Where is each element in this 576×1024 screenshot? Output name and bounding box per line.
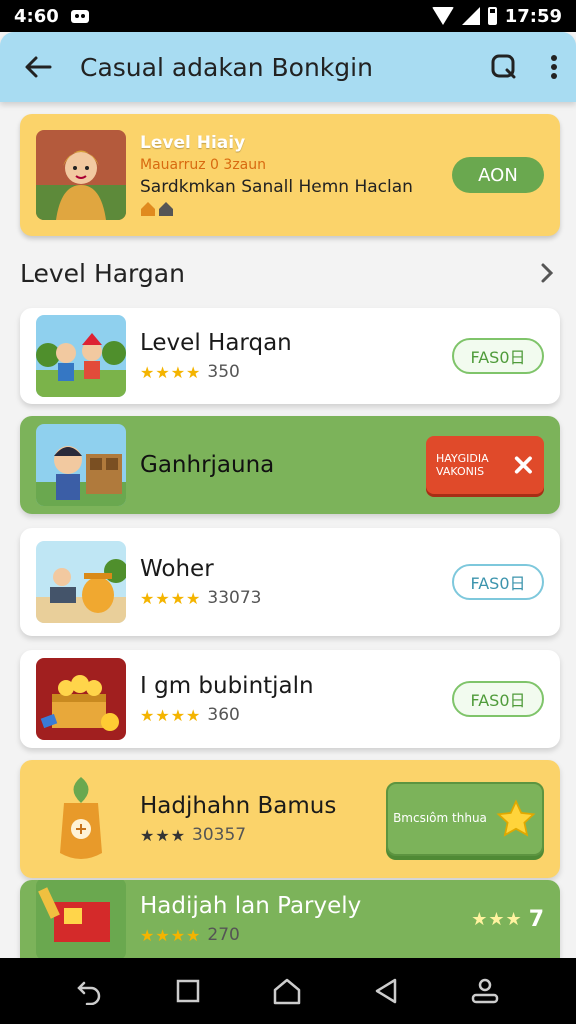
play-button[interactable]: FAS0日 xyxy=(452,564,544,600)
bonus-button[interactable]: Bmcsıôm thhua xyxy=(386,782,544,856)
game-thumbnail xyxy=(36,315,126,397)
banner-title: Level Hiaiy xyxy=(140,133,246,153)
play-button[interactable]: FAS0日 xyxy=(452,681,544,717)
section-header[interactable]: Level Hargan xyxy=(20,254,560,292)
house-icon xyxy=(141,202,155,216)
rating-stars: ★★★★ xyxy=(140,362,202,382)
item-title: Ganhrjauna xyxy=(140,452,275,478)
back-nav-icon[interactable] xyxy=(373,977,399,1005)
rating-stars: ★★★ xyxy=(140,825,187,845)
banner-subtitle: Mauarruz 0 3zaun xyxy=(140,157,266,173)
search-icon[interactable] xyxy=(490,53,518,81)
rating-count: 270 xyxy=(207,925,240,945)
bonus-thumbnail xyxy=(36,769,126,869)
list-item[interactable]: Woher ★★★★ 33073 FAS0日 xyxy=(20,528,560,636)
rating-count: 30357 xyxy=(192,825,247,845)
account-icon[interactable] xyxy=(470,977,500,1005)
wifi-icon xyxy=(431,7,454,25)
game-thumbnail xyxy=(36,880,126,958)
system-nav-bar xyxy=(0,958,576,1024)
button-label: HAYGIDIA VAKONIS xyxy=(436,451,489,478)
close-action-button[interactable]: HAYGIDIA VAKONIS xyxy=(426,436,544,494)
item-title: Woher xyxy=(140,556,214,582)
notification-icon xyxy=(70,9,89,23)
bonus-card[interactable]: Hadjhahn Bamus ★★★ 30357 Bmcsıôm thhua xyxy=(20,760,560,878)
back-button[interactable] xyxy=(18,47,58,87)
battery-icon xyxy=(487,7,497,25)
item-title: Hadjhahn Bamus xyxy=(140,793,337,819)
game-thumbnail xyxy=(36,541,126,623)
house-icon xyxy=(159,202,173,216)
rating-count: 350 xyxy=(207,362,240,382)
banner-action-button[interactable]: AON xyxy=(452,157,544,193)
rating-count: 33073 xyxy=(207,588,262,608)
rating-count: 360 xyxy=(207,705,240,725)
section-title: Level Hargan xyxy=(20,258,185,288)
rating-stars: ★★★★ xyxy=(140,925,202,945)
featured-banner[interactable]: Level Hiaiy Mauarruz 0 3zaun Sardkmkan S… xyxy=(20,114,560,236)
list-item[interactable]: I gm bubintjaln ★★★★ 360 FAS0日 xyxy=(20,650,560,748)
list-item[interactable]: Level Harqan ★★★★ 350 FAS0日 xyxy=(20,308,560,404)
more-options-icon[interactable] xyxy=(550,54,558,80)
rating-stars: ★★★ xyxy=(471,908,523,930)
arrow-left-icon xyxy=(25,56,52,78)
rating-stars: ★★★★ xyxy=(140,588,202,608)
status-time: 4:60 xyxy=(14,5,59,27)
signal-icon xyxy=(461,7,480,25)
game-thumbnail xyxy=(36,658,126,740)
game-thumbnail xyxy=(36,424,126,506)
button-label: Bmcsıôm thhua xyxy=(393,811,487,826)
list-item[interactable]: Hadijah lan Paryely ★★★★ 270 ★★★ 7 xyxy=(20,880,560,958)
undo-icon[interactable] xyxy=(76,977,104,1005)
recents-icon[interactable] xyxy=(175,978,201,1004)
rating-value: 7 xyxy=(528,906,544,932)
play-button[interactable]: FAS0日 xyxy=(452,338,544,374)
chevron-right-icon[interactable] xyxy=(540,262,554,284)
star-icon xyxy=(496,799,536,837)
close-icon xyxy=(515,456,533,474)
list-item[interactable]: Ganhrjauna HAYGIDIA VAKONIS xyxy=(20,416,560,514)
app-bar: Casual adakan Bonkgin xyxy=(0,32,576,102)
item-title: Hadijah lan Paryely xyxy=(140,893,362,919)
banner-badges xyxy=(140,201,413,217)
status-clock: 17:59 xyxy=(504,5,562,27)
item-title: I gm bubintjaln xyxy=(140,673,314,699)
banner-thumbnail xyxy=(36,130,126,220)
home-icon[interactable] xyxy=(272,977,302,1005)
status-bar: 4:60 17:59 xyxy=(0,0,576,32)
page-title: Casual adakan Bonkgin xyxy=(80,52,373,82)
banner-description: Sardkmkan Sanall Hemn Haclan xyxy=(140,177,413,197)
rating-stars: ★★★★ xyxy=(140,705,202,725)
rating-summary: ★★★ 7 xyxy=(471,907,544,932)
item-title: Level Harqan xyxy=(140,330,292,356)
